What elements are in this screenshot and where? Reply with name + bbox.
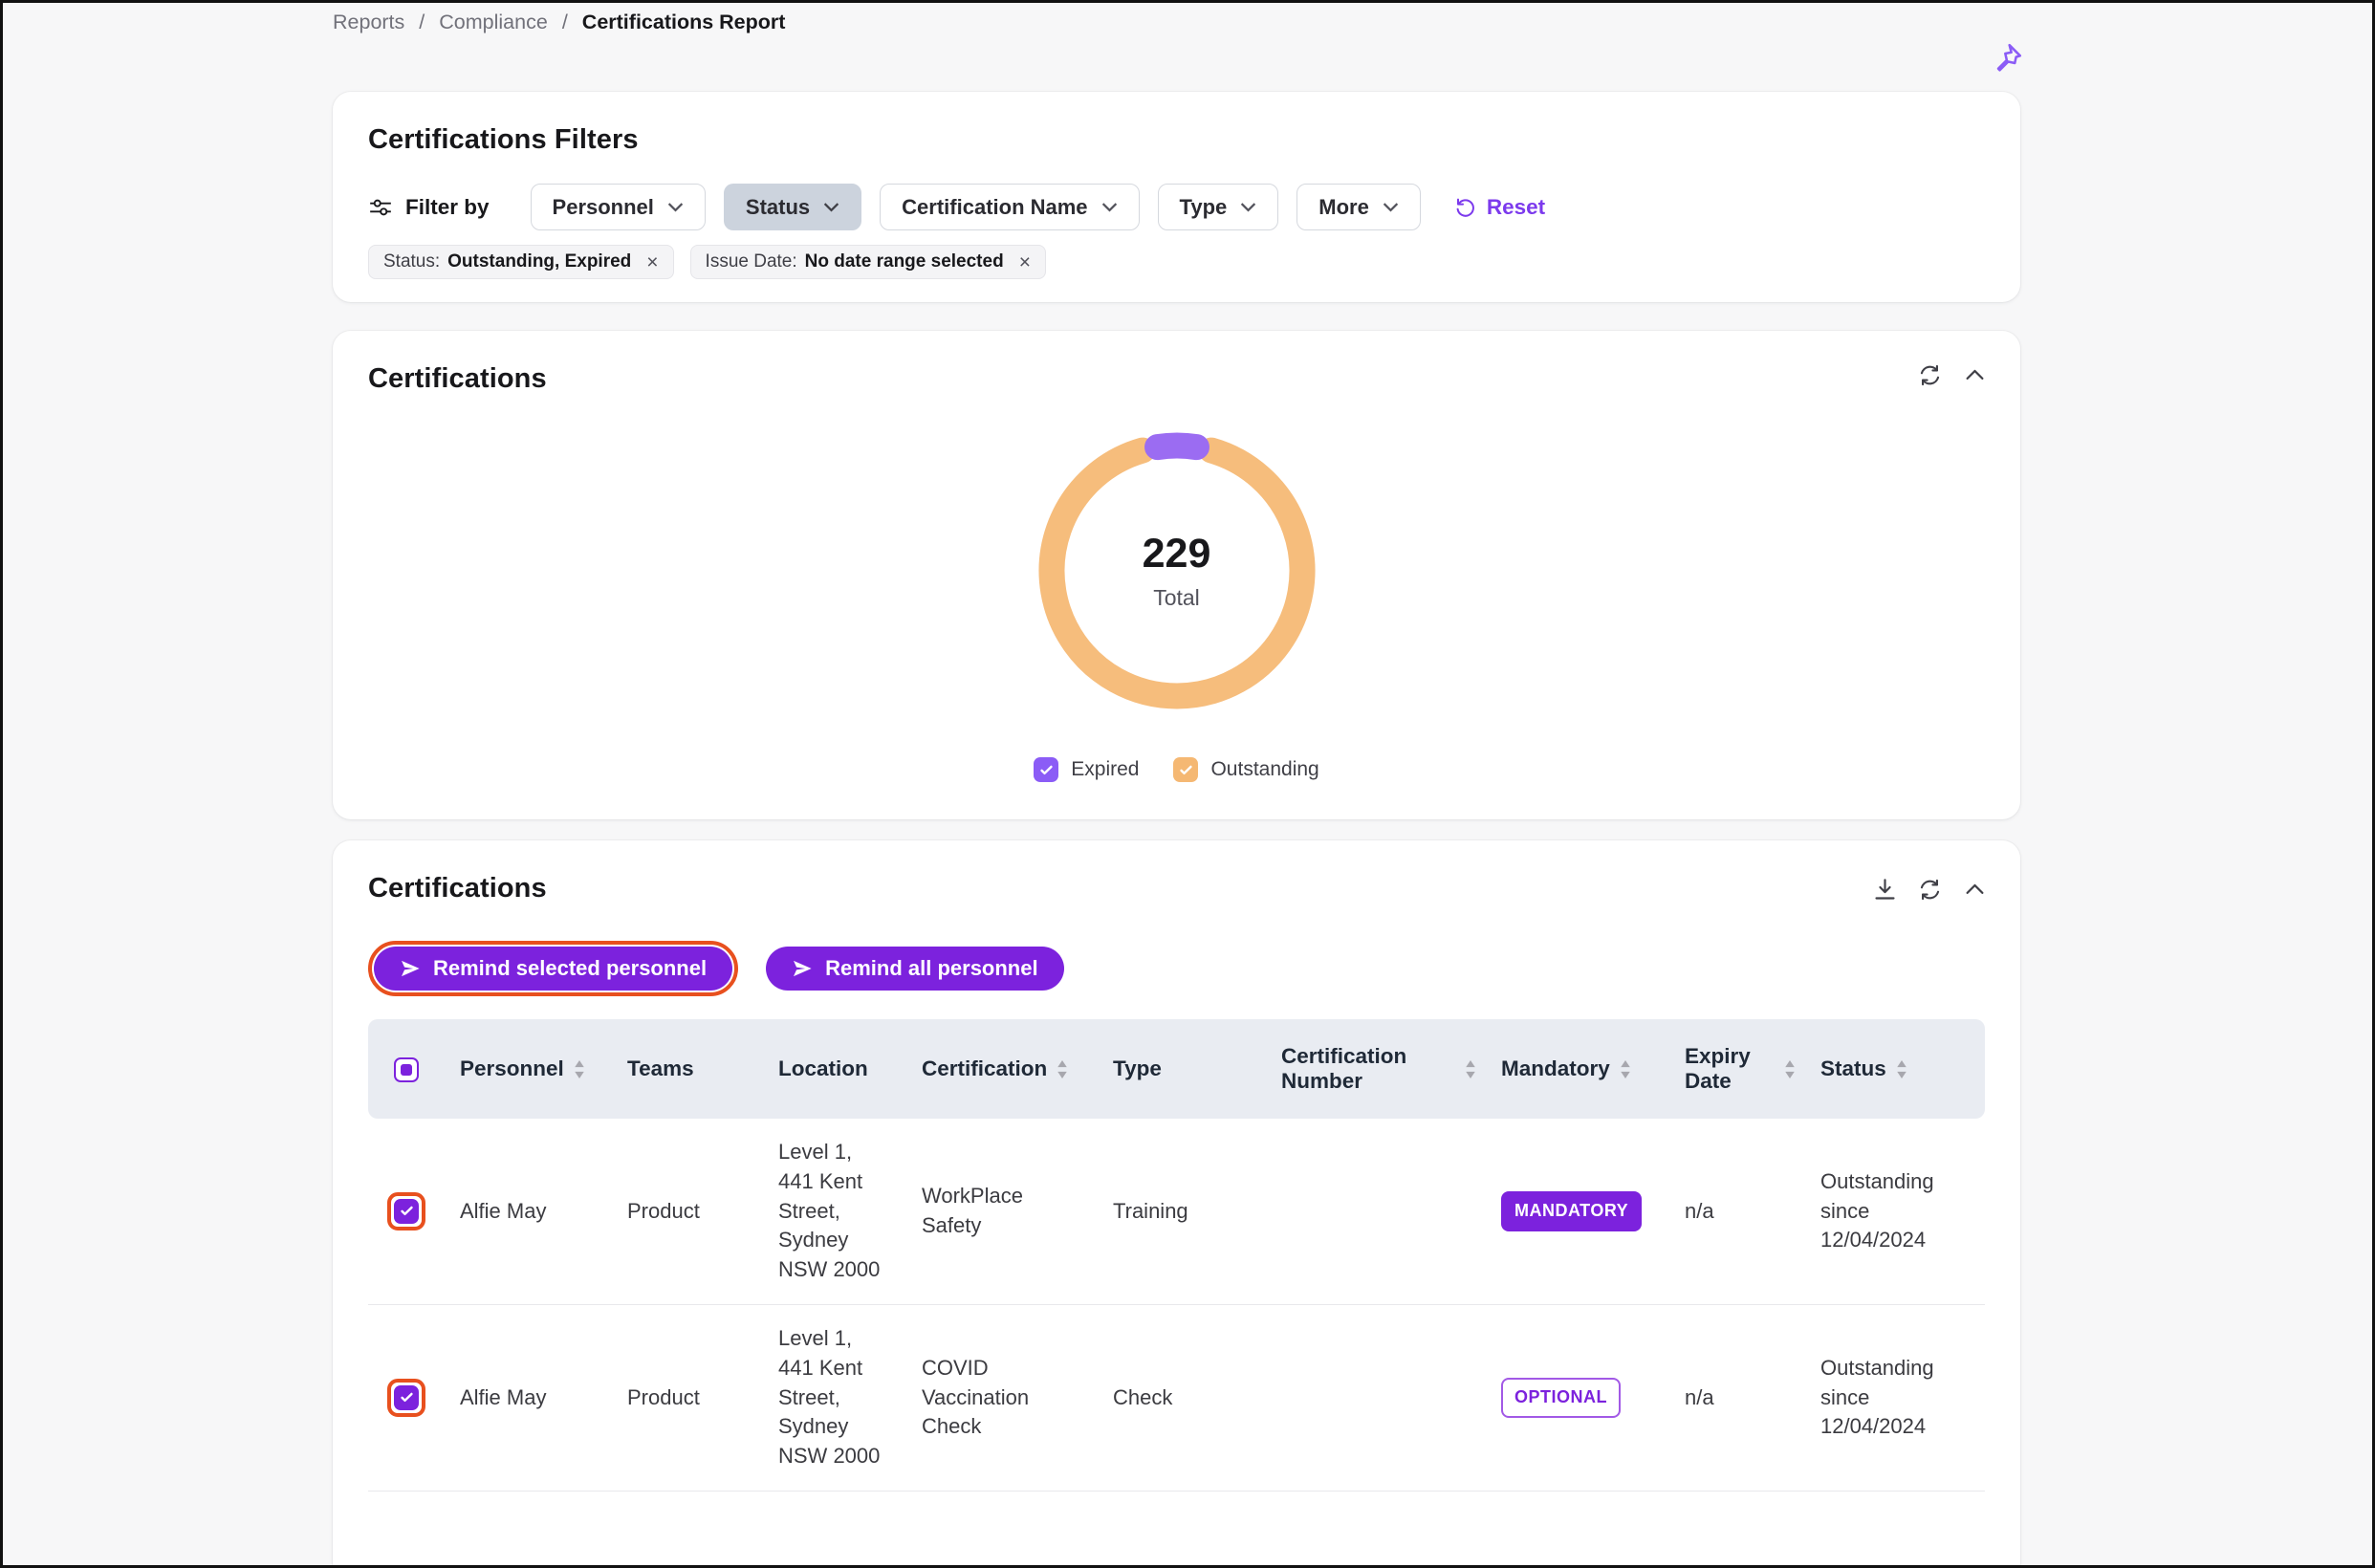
cell-teams: Product [612,1305,763,1492]
chip-status-filter: Status: Outstanding, Expired × [368,245,674,279]
pin-icon[interactable] [1990,41,2024,76]
donut-center-label: 229 Total [1034,427,1320,714]
column-header-personnel[interactable]: Personnel [445,1019,612,1119]
column-header-teams: Teams [612,1019,763,1119]
table-row: Alfie May Product Level 1, 441 Kent Stre… [368,1119,1985,1305]
row-checkbox[interactable] [394,1199,419,1224]
sort-icon [1784,1060,1796,1078]
legend-item-expired: Expired [1034,757,1139,782]
refresh-icon[interactable] [1917,877,1943,903]
chevron-down-icon [1240,202,1256,212]
sort-icon [1465,1060,1476,1078]
send-icon [792,958,813,979]
cell-type: Training [1098,1119,1266,1305]
highlight-ring: Remind selected personnel [368,941,738,996]
select-all-checkbox-header[interactable] [368,1019,445,1119]
legend-checkbox-expired[interactable] [1034,757,1058,782]
reset-filters-button[interactable]: Reset [1454,195,1545,220]
row-checkbox[interactable] [394,1385,419,1410]
filter-dropdown-more[interactable]: More [1296,184,1421,230]
chart-legend: Expired Outstanding [333,757,2020,782]
cell-certification: WorkPlace Safety [906,1119,1098,1305]
cell-certification-number [1266,1305,1486,1492]
select-all-checkbox[interactable] [394,1057,419,1082]
filters-card-title: Certifications Filters [368,124,1985,156]
mandatory-badge: MANDATORY [1501,1191,1642,1230]
cell-type: Check [1098,1305,1266,1492]
breadcrumb-current-page: Certifications Report [582,11,786,34]
cell-personnel: Alfie May [445,1305,612,1492]
cell-expiry-date: n/a [1669,1119,1805,1305]
send-icon [400,958,421,979]
legend-item-outstanding: Outstanding [1173,757,1318,782]
remind-buttons-row: Remind selected personnel Remind all per… [368,941,1985,996]
cell-location: Level 1, 441 Kent Street, Sydney NSW 200… [763,1119,906,1305]
certifications-filters-card: Certifications Filters Filter by Personn… [333,92,2020,302]
breadcrumb-separator: / [419,11,425,34]
donut-chart: 229 Total [1034,427,1320,714]
refresh-icon[interactable] [1917,362,1943,388]
chevron-down-icon [667,202,684,212]
sort-icon [574,1060,585,1078]
cell-status: Outstanding since 12/04/2024 [1805,1305,1985,1492]
chip-close-icon[interactable]: × [646,252,658,272]
filter-dropdown-personnel[interactable]: Personnel [531,184,706,230]
table-header-row: Personnel Teams Location Certification [368,1019,1985,1119]
filter-dropdown-type[interactable]: Type [1158,184,1279,230]
donut-total-value: 229 [1143,531,1211,577]
breadcrumb-reports[interactable]: Reports [333,11,404,34]
column-header-mandatory[interactable]: Mandatory [1486,1019,1669,1119]
breadcrumb-separator: / [562,11,568,34]
filter-by-label: Filter by [368,195,490,220]
chevron-down-icon [823,202,839,212]
cell-teams: Product [612,1119,763,1305]
remind-selected-personnel-button[interactable]: Remind selected personnel [374,947,732,991]
filter-dropdown-certification-name[interactable]: Certification Name [880,184,1139,230]
cell-status: Outstanding since 12/04/2024 [1805,1119,1985,1305]
remind-all-personnel-button[interactable]: Remind all personnel [766,947,1064,991]
column-header-type: Type [1098,1019,1266,1119]
filter-dropdown-status[interactable]: Status [724,184,861,230]
column-header-status[interactable]: Status [1805,1019,1985,1119]
table-row: Alfie May Product Level 1, 441 Kent Stre… [368,1305,1985,1492]
column-header-certification-number[interactable]: Certification Number [1266,1019,1486,1119]
donut-total-caption: Total [1153,585,1200,611]
active-filter-chips: Status: Outstanding, Expired × Issue Dat… [368,245,1985,279]
certifications-table: Personnel Teams Location Certification [368,1019,1985,1492]
column-header-certification[interactable]: Certification [906,1019,1098,1119]
reset-icon [1454,196,1477,219]
cell-personnel: Alfie May [445,1119,612,1305]
certifications-chart-card: Certifications 229 Total [333,331,2020,819]
highlight-ring [387,1192,425,1230]
chevron-down-icon [1101,202,1118,212]
sort-icon [1896,1060,1907,1078]
sort-icon [1057,1060,1068,1078]
chip-issue-date-filter: Issue Date: No date range selected × [690,245,1046,279]
certifications-report-page: Reports / Compliance / Certifications Re… [0,0,2375,1568]
breadcrumb: Reports / Compliance / Certifications Re… [333,11,785,34]
collapse-icon[interactable] [1962,362,1988,388]
optional-badge: OPTIONAL [1501,1378,1621,1417]
legend-checkbox-outstanding[interactable] [1173,757,1198,782]
filter-row: Filter by Personnel Status Certification… [368,184,1985,230]
collapse-icon[interactable] [1962,877,1988,903]
breadcrumb-compliance[interactable]: Compliance [439,11,548,34]
chip-close-icon[interactable]: × [1019,252,1031,272]
filter-sliders-icon [368,195,393,220]
chevron-down-icon [1383,202,1399,212]
table-card-title: Certifications [368,873,1985,904]
download-icon[interactable] [1872,877,1898,903]
column-header-expiry-date[interactable]: Expiry Date [1669,1019,1805,1119]
cell-mandatory: MANDATORY [1486,1119,1669,1305]
cell-location: Level 1, 441 Kent Street, Sydney NSW 200… [763,1305,906,1492]
column-header-location: Location [763,1019,906,1119]
cell-certification-number [1266,1119,1486,1305]
chart-card-title: Certifications [368,363,1985,395]
sort-icon [1620,1060,1631,1078]
highlight-ring [387,1379,425,1417]
cell-certification: COVID Vaccination Check [906,1305,1098,1492]
certifications-table-card: Certifications Remind sele [333,840,2020,1568]
cell-mandatory: OPTIONAL [1486,1305,1669,1492]
cell-expiry-date: n/a [1669,1305,1805,1492]
